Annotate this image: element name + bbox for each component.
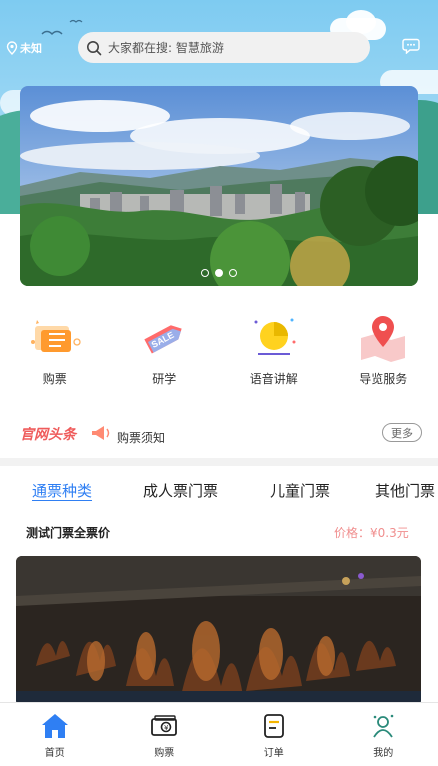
nav-buy-ticket[interactable]: ¥ 购票 [110, 703, 220, 766]
exhibit-sculpture-image [16, 556, 421, 706]
megaphone-icon [92, 426, 110, 440]
map-pin-icon [361, 316, 406, 362]
audio-guide-icon [254, 318, 296, 355]
svg-text:¥: ¥ [164, 724, 169, 732]
nav-label: 我的 [373, 748, 394, 759]
entry-label: 导览服务 [359, 372, 408, 386]
ticket-tabs: 通票种类 成人票门票 儿童门票 其他门票 [0, 478, 438, 510]
message-button[interactable] [402, 38, 420, 58]
location-pin-icon [6, 41, 18, 55]
nav-label: 首页 [44, 748, 65, 759]
entry-label: 购票 [42, 372, 67, 386]
entry-label: 语音讲解 [249, 372, 298, 386]
nav-profile[interactable]: 我的 [329, 703, 438, 766]
entry-study-tour[interactable]: SALE 研学 [110, 296, 220, 408]
news-bar: 官网头条 购票须知 更多 [0, 408, 438, 458]
location-selector[interactable]: 未知 [6, 40, 42, 56]
search-bar[interactable]: 大家都在搜: 智慧旅游 [78, 32, 370, 63]
entry-guide-service[interactable]: 导览服务 [329, 296, 438, 408]
ticket-image[interactable] [16, 556, 421, 706]
entry-audio-guide[interactable]: 语音讲解 [219, 296, 329, 408]
ticket-name: 测试门票全票价 [26, 526, 111, 540]
cloud-decoration [346, 10, 376, 34]
tab-other-tickets[interactable]: 其他门票 [375, 480, 435, 501]
tab-child-tickets[interactable]: 儿童门票 [270, 480, 330, 501]
user-icon [373, 714, 394, 738]
ticket-item[interactable]: 测试门票全票价 价格：¥0.3元 [0, 518, 438, 546]
bottom-navigation: 首页 ¥ 购票 订单 我的 [0, 702, 438, 766]
nav-orders[interactable]: 订单 [219, 703, 329, 766]
nav-home[interactable]: 首页 [0, 703, 110, 766]
banner-landscape-image [20, 86, 418, 286]
carousel-indicators [20, 269, 418, 277]
ticket-price: 价格：¥0.3元 [334, 526, 409, 540]
chat-bubble-icon [402, 38, 420, 55]
carousel-dot-active[interactable] [215, 269, 223, 277]
carousel-dot[interactable] [229, 269, 237, 277]
nav-label: 购票 [154, 748, 175, 759]
nav-label: 订单 [263, 748, 284, 759]
quick-entry-grid: 购票 SALE 研学 语音讲解 导览服务 [0, 296, 438, 408]
sale-tag-icon: SALE [144, 325, 182, 354]
home-icon [41, 714, 68, 738]
banner-carousel[interactable] [20, 86, 418, 286]
carousel-dot[interactable] [201, 269, 209, 277]
news-headline-logo: 官网头条 [20, 427, 76, 443]
ticket-icon: ¥ [151, 715, 178, 736]
search-icon [87, 40, 102, 55]
tab-pass-types[interactable]: 通票种类 [32, 480, 92, 501]
location-label: 未知 [20, 42, 42, 55]
more-button[interactable]: 更多 [382, 423, 422, 442]
entry-label: 研学 [152, 372, 177, 386]
entry-buy-ticket[interactable]: 购票 [0, 296, 110, 408]
news-item-text[interactable]: 购票须知 [117, 429, 165, 446]
ticket-icon [30, 320, 81, 352]
tab-adult-tickets[interactable]: 成人票门票 [143, 480, 218, 501]
search-placeholder: 大家都在搜: 智慧旅游 [108, 41, 224, 55]
order-icon [263, 714, 284, 738]
